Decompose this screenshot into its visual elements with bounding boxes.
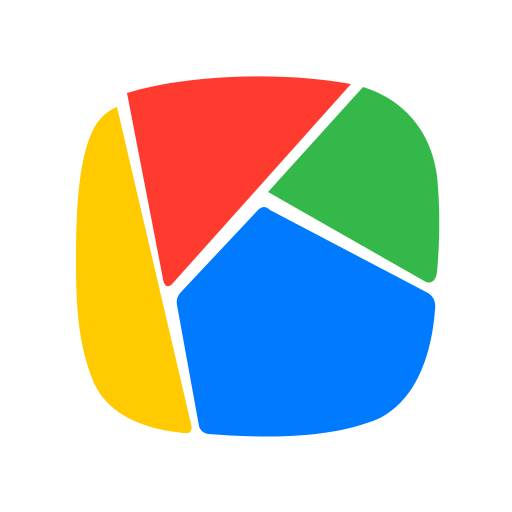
app-icon — [0, 0, 512, 512]
app-icon-graphic — [76, 76, 440, 437]
